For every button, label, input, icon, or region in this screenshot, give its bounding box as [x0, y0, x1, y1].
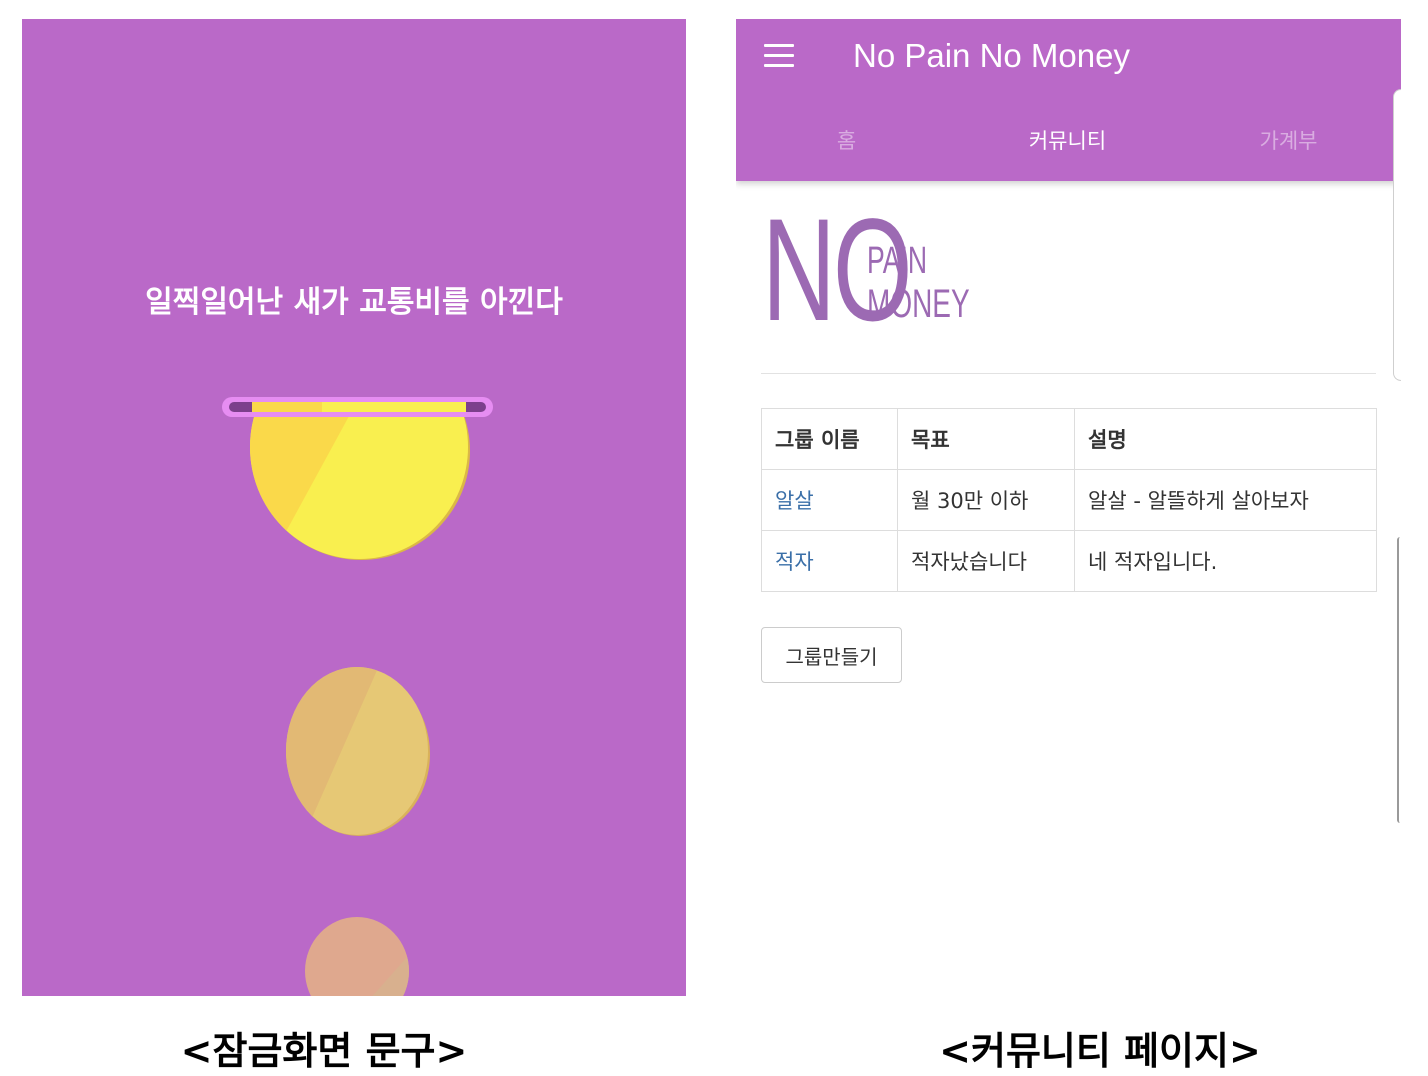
scrollbar[interactable] — [1397, 537, 1401, 823]
group-goal-cell: 월 30만 이하 — [897, 469, 1075, 531]
scrollbar-top[interactable] — [1393, 89, 1401, 381]
table-header-row: 그룹 이름 목표 설명 — [761, 408, 1377, 470]
medium-coin-icon — [286, 667, 430, 836]
group-description-cell: 네 적자입니다. — [1074, 530, 1377, 592]
big-coin-icon — [250, 408, 470, 560]
coin-animation — [222, 397, 493, 996]
tab-community[interactable]: 커뮤니티 — [957, 125, 1178, 155]
group-table: 그룹 이름 목표 설명 알살 월 30만 이하 알살 - 알뜰하게 살아보자 적… — [761, 408, 1377, 592]
create-group-button[interactable]: 그룹만들기 — [761, 627, 902, 683]
group-name-cell: 적자 — [761, 530, 898, 592]
small-coin-icon — [305, 917, 409, 996]
community-page: No Pain No Money 홈 커뮤니티 가계부 NO PAIN MONE… — [736, 19, 1401, 996]
column-header-description: 설명 — [1074, 408, 1377, 470]
table-row: 적자 적자났습니다 네 적자입니다. — [761, 530, 1377, 592]
lock-screen-phrase: 일찍일어난 새가 교통비를 아낀다 — [145, 285, 563, 320]
column-header-group-name: 그룹 이름 — [761, 408, 898, 470]
logo-money-text: MONEY — [867, 282, 970, 326]
tab-budget[interactable]: 가계부 — [1178, 125, 1399, 155]
hamburger-menu-icon[interactable] — [762, 41, 798, 71]
group-name-cell: 알살 — [761, 469, 898, 531]
group-description-cell: 알살 - 알뜰하게 살아보자 — [1074, 469, 1377, 531]
lock-screen: 일찍일어난 새가 교통비를 아낀다 — [22, 19, 686, 996]
caption-lock-screen: <잠금화면 문구> — [180, 1029, 468, 1073]
app-title: No Pain No Money — [853, 37, 1130, 74]
logo-pain-text: PAIN — [867, 238, 927, 281]
table-row: 알살 월 30만 이하 알살 - 알뜰하게 살아보자 — [761, 469, 1377, 531]
app-logo: NO PAIN MONEY — [762, 195, 970, 335]
group-link[interactable]: 적자 — [775, 550, 814, 574]
divider — [761, 373, 1376, 374]
column-header-goal: 목표 — [897, 408, 1075, 470]
tab-home[interactable]: 홈 — [736, 125, 957, 155]
app-bar: No Pain No Money 홈 커뮤니티 가계부 — [736, 19, 1401, 181]
group-link[interactable]: 알살 — [775, 489, 814, 513]
caption-community-page: <커뮤니티 페이지> — [939, 1029, 1261, 1073]
group-goal-cell: 적자났습니다 — [897, 530, 1075, 592]
